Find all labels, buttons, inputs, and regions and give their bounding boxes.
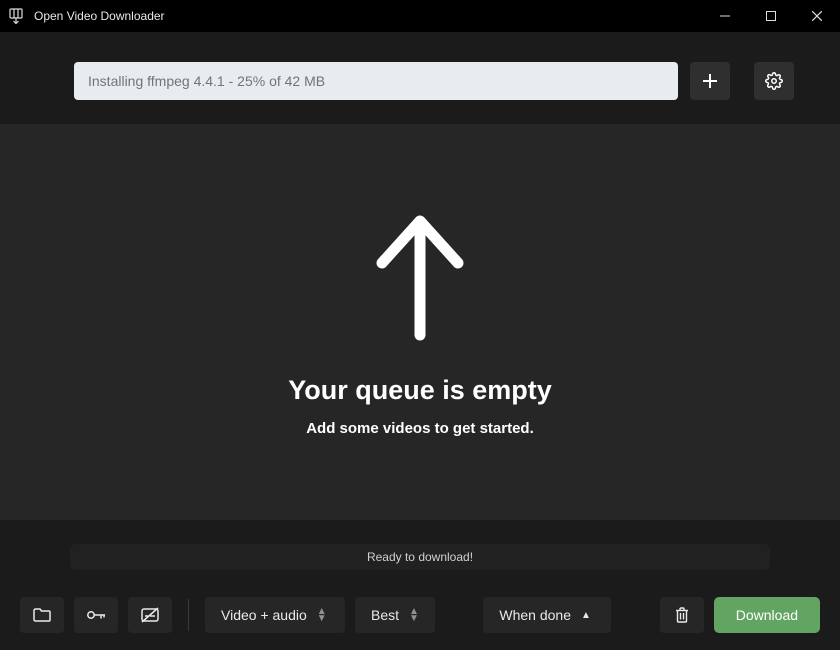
arrow-up-icon (360, 207, 480, 347)
clear-button[interactable] (660, 597, 704, 633)
download-button[interactable]: Download (714, 597, 820, 633)
format-label: Video + audio (221, 607, 307, 623)
separator (188, 599, 189, 631)
download-label: Download (736, 607, 798, 623)
titlebar: Open Video Downloader (0, 0, 840, 32)
folder-icon (33, 608, 51, 622)
key-button[interactable] (74, 597, 118, 633)
url-input[interactable] (74, 62, 678, 100)
queue-area: Your queue is empty Add some videos to g… (0, 124, 840, 520)
gear-icon (765, 72, 783, 90)
window-maximize-button[interactable] (748, 0, 794, 32)
trash-icon (675, 607, 689, 623)
queue-empty-subtitle: Add some videos to get started. (306, 420, 534, 437)
subtitle-toggle-button[interactable] (128, 597, 172, 633)
open-folder-button[interactable] (20, 597, 64, 633)
add-button[interactable] (690, 62, 730, 100)
quality-dropdown[interactable]: Best ▲▼ (355, 597, 435, 633)
close-icon (812, 11, 822, 21)
maximize-icon (766, 11, 776, 21)
when-done-dropdown[interactable]: When done ▲ (483, 597, 611, 633)
when-done-label: When done (499, 607, 571, 623)
topbar (0, 32, 840, 130)
window-close-button[interactable] (794, 0, 840, 32)
status-strip: Ready to download! (70, 544, 770, 570)
bottombar: Video + audio ▲▼ Best ▲▼ When done ▲ Dow… (0, 580, 840, 650)
minimize-icon (720, 11, 730, 21)
quality-label: Best (371, 607, 399, 623)
caret-up-icon: ▲ (581, 610, 591, 621)
subtitle-off-icon (141, 607, 159, 623)
app-title: Open Video Downloader (34, 9, 165, 23)
sort-icon: ▲▼ (317, 609, 327, 622)
plus-icon (701, 72, 719, 90)
status-text: Ready to download! (367, 550, 473, 564)
format-dropdown[interactable]: Video + audio ▲▼ (205, 597, 345, 633)
app-icon (8, 8, 24, 24)
window-minimize-button[interactable] (702, 0, 748, 32)
sort-icon: ▲▼ (409, 609, 419, 622)
key-icon (86, 609, 106, 621)
settings-button[interactable] (754, 62, 794, 100)
queue-empty-title: Your queue is empty (288, 375, 552, 406)
